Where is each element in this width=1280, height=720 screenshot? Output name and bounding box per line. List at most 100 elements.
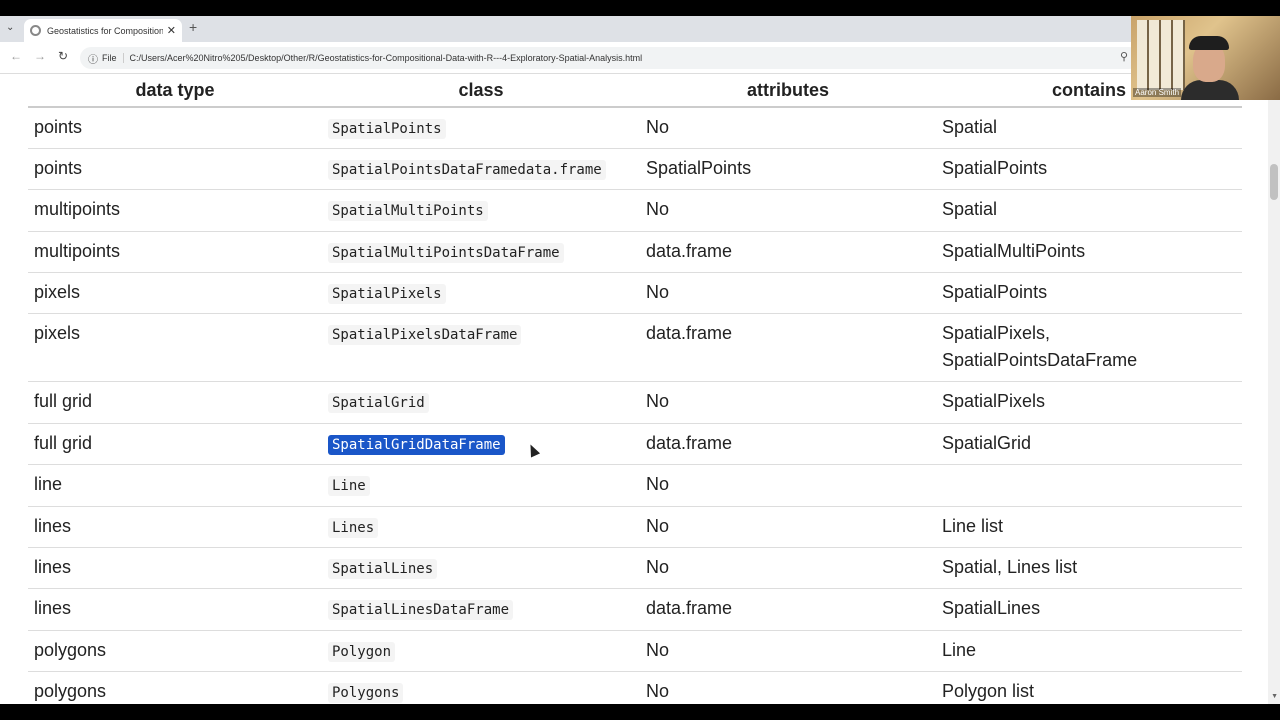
contains-line: SpatialPointsDataFrame [942, 350, 1138, 371]
cell-data-type: lines [28, 588, 322, 631]
cell-contains: Spatial [936, 107, 1242, 149]
cell-contains: SpatialPoints [936, 272, 1242, 315]
cell-class: Lines [322, 506, 640, 549]
tab-search-icon[interactable]: ⌄ [6, 22, 14, 33]
cell-attributes: No [640, 189, 936, 232]
table-row: polygons Polygons No Polygon list [28, 671, 1242, 704]
reload-icon[interactable]: ↻ [58, 49, 68, 63]
header-data-type: data type [28, 74, 322, 108]
class-code[interactable]: SpatialMultiPoints [328, 201, 488, 222]
header-class: class [322, 74, 640, 108]
cell-attributes: No [640, 272, 936, 315]
browser-toolbar: ← → ↻ ⓘ File C:/Users/Acer%20Nitro%205/D… [0, 42, 1280, 74]
cell-class: SpatialMultiPointsDataFrame [322, 231, 640, 274]
class-code[interactable]: Polygon [328, 641, 396, 662]
class-code[interactable]: Line [328, 476, 370, 497]
webcam-person-cap [1189, 36, 1229, 50]
cell-attributes: No [640, 381, 936, 424]
tab-title: Geostatistics for Compositional [47, 25, 163, 36]
url-text[interactable]: C:/Users/Acer%20Nitro%205/Desktop/Other/… [130, 53, 643, 63]
cell-class: Polygons [322, 671, 640, 704]
webcam-person-body [1181, 80, 1239, 100]
cell-class: Polygon [322, 630, 640, 673]
scroll-down-arrow-icon[interactable]: ▼ [1271, 693, 1278, 700]
cell-attributes: data.frame [640, 313, 936, 383]
cell-class: SpatialGridDataFrame [322, 423, 640, 466]
cell-class: SpatialLinesDataFrame [322, 588, 640, 631]
cell-contains: SpatialLines [936, 588, 1242, 631]
table-row: multipoints SpatialMultiPoints No Spatia… [28, 189, 1242, 232]
cell-class: SpatialPoints [322, 107, 640, 149]
address-bar[interactable]: ⓘ File C:/Users/Acer%20Nitro%205/Desktop… [80, 47, 1140, 69]
class-code[interactable]: SpatialPixelsDataFrame [328, 325, 522, 346]
cell-data-type: lines [28, 506, 322, 549]
forward-icon[interactable]: → [34, 49, 46, 63]
browser-tab[interactable]: Geostatistics for Compositional ✕ [24, 19, 182, 42]
url-scheme: File [102, 53, 124, 63]
screen-bottom-edge [0, 704, 1280, 720]
cell-class: SpatialPixels [322, 272, 640, 315]
cell-data-type: pixels [28, 313, 322, 383]
cell-contains: Spatial [936, 189, 1242, 232]
webcam-window-background [1137, 20, 1185, 90]
cell-contains: Spatial, Lines list [936, 547, 1242, 590]
cell-data-type: line [28, 464, 322, 507]
class-code[interactable]: SpatialLines [328, 559, 438, 580]
table-row: points SpatialPointsDataFramedata.frame … [28, 148, 1242, 191]
globe-icon [30, 25, 41, 36]
cell-attributes: No [640, 630, 936, 673]
webcam-name-label: Aaron Smith [1133, 88, 1182, 97]
cell-contains [936, 464, 1242, 507]
cell-contains: SpatialMultiPoints [936, 231, 1242, 274]
scrollbar-thumb[interactable] [1270, 164, 1278, 200]
page-content: data type class attributes contains poin… [0, 74, 1268, 704]
cell-class: SpatialLines [322, 547, 640, 590]
cell-attributes: data.frame [640, 423, 936, 466]
table-row: lines SpatialLines No Spatial, Lines lis… [28, 547, 1242, 590]
webcam-overlay: Aaron Smith [1131, 16, 1280, 100]
class-code[interactable]: SpatialLinesDataFrame [328, 600, 514, 621]
table-row: polygons Polygon No Line [28, 630, 1242, 673]
cell-data-type: polygons [28, 630, 322, 673]
class-code[interactable]: SpatialGrid [328, 393, 429, 414]
class-code[interactable]: SpatialMultiPointsDataFrame [328, 242, 564, 263]
zoom-icon[interactable]: ⚲ [1120, 50, 1128, 63]
class-code[interactable]: Polygons [328, 683, 404, 704]
cell-data-type: lines [28, 547, 322, 590]
cell-data-type: full grid [28, 423, 322, 466]
cell-contains: SpatialPixels, SpatialPointsDataFrame [936, 313, 1242, 383]
class-code[interactable]: SpatialPoints [328, 119, 446, 139]
tab-strip: ⌄ Geostatistics for Compositional ✕ + [0, 16, 1280, 42]
cell-contains: Line [936, 630, 1242, 673]
contains-line: SpatialPixels, [942, 323, 1051, 344]
cell-attributes: No [640, 506, 936, 549]
vertical-scrollbar[interactable] [1268, 74, 1280, 704]
back-icon[interactable]: ← [10, 49, 22, 63]
cell-class: SpatialGrid [322, 381, 640, 424]
class-code[interactable]: Lines [328, 517, 379, 538]
cell-attributes: No [640, 671, 936, 704]
cell-data-type: full grid [28, 381, 322, 424]
table-row: points SpatialPoints No Spatial [28, 107, 1242, 149]
cell-contains: SpatialPixels [936, 381, 1242, 424]
table-row: multipoints SpatialMultiPointsDataFrame … [28, 231, 1242, 274]
class-code[interactable]: SpatialPointsDataFramedata.frame [328, 159, 606, 180]
selected-class-code[interactable]: SpatialGridDataFrame [328, 434, 505, 455]
spatial-classes-table: data type class attributes contains poin… [28, 74, 1242, 704]
header-attributes: attributes [640, 74, 936, 108]
cell-data-type: polygons [28, 671, 322, 704]
table-row: pixels SpatialPixels No SpatialPoints [28, 272, 1242, 315]
cell-data-type: multipoints [28, 231, 322, 274]
table-row: pixels SpatialPixelsDataFrame data.frame… [28, 313, 1242, 383]
cell-attributes: data.frame [640, 231, 936, 274]
close-icon[interactable]: ✕ [167, 24, 176, 37]
cell-attributes: No [640, 464, 936, 507]
info-icon[interactable]: ⓘ [88, 51, 98, 66]
cell-attributes: No [640, 547, 936, 590]
class-code[interactable]: SpatialPixels [328, 284, 446, 305]
cell-attributes: No [640, 107, 936, 149]
new-tab-icon[interactable]: + [189, 19, 197, 35]
cell-contains: Line list [936, 506, 1242, 549]
cell-data-type: multipoints [28, 189, 322, 232]
cell-attributes: SpatialPoints [640, 148, 936, 191]
